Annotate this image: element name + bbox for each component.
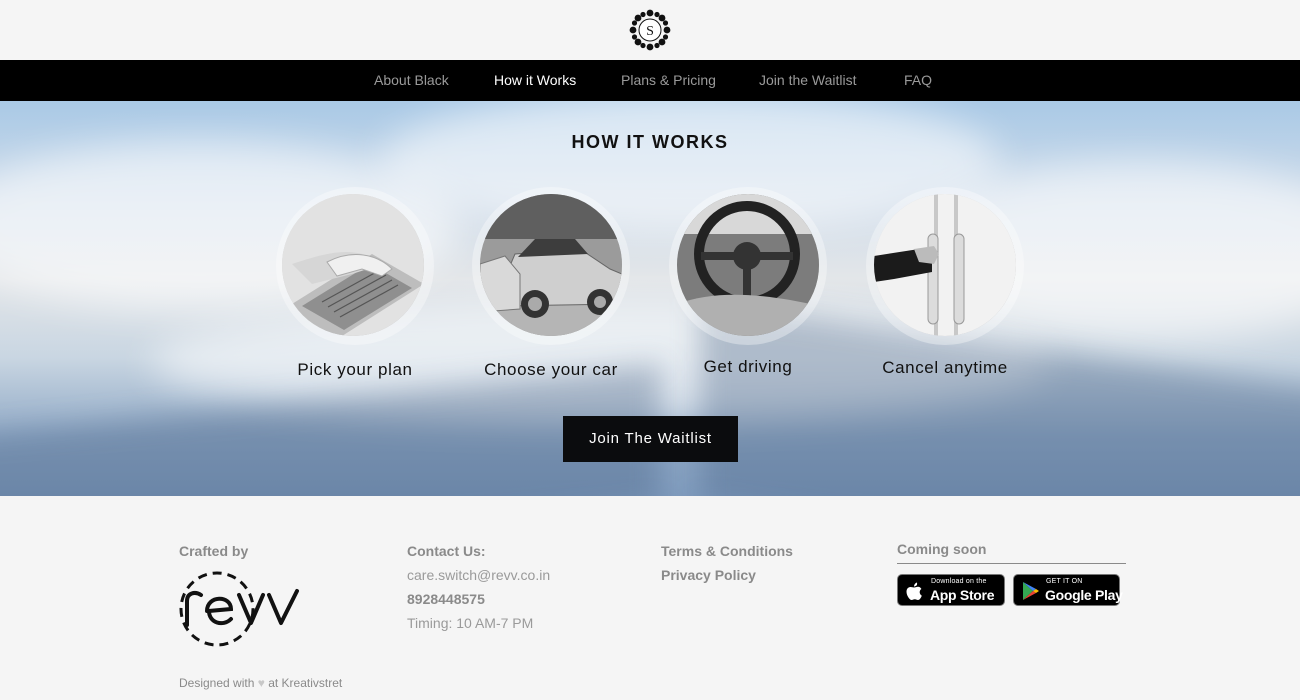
laptop-typing-image [282, 194, 424, 336]
step-get-driving: Get driving [648, 187, 848, 387]
contact-timing: Timing: 10 AM-7 PM [407, 615, 534, 631]
google-play-small-text: GET IT ON [1046, 578, 1083, 585]
nav-plans-pricing[interactable]: Plans & Pricing [621, 60, 716, 101]
nav-join-waitlist[interactable]: Join the Waitlist [759, 60, 857, 101]
app-store-big-text: App Store [930, 587, 995, 603]
contact-phone[interactable]: 8928448575 [407, 591, 485, 607]
join-waitlist-button[interactable]: Join The Waitlist [563, 416, 738, 462]
step-cancel-anytime: Cancel anytime [845, 187, 1045, 387]
contact-email[interactable]: care.switch@revv.co.in [407, 567, 550, 583]
parked-cars-image [480, 194, 622, 336]
main-nav: About Black How it Works Plans & Pricing… [0, 60, 1300, 101]
crafted-by-heading: Crafted by [179, 543, 249, 559]
app-store-small-text: Download on the [931, 578, 987, 585]
footer: Crafted by Designed with ♥ at Kreativstr… [0, 496, 1300, 700]
nav-how-it-works[interactable]: How it Works [494, 60, 576, 101]
contact-heading: Contact Us: [407, 543, 486, 559]
logo-letter: S [646, 24, 654, 39]
designed-prefix: Designed with [179, 676, 255, 690]
how-it-works-section: HOW IT WORKS Pick your plan Choose your … [0, 101, 1300, 496]
steering-wheel-image [677, 194, 819, 336]
top-bar: S [0, 0, 1300, 60]
coming-soon-divider [897, 563, 1126, 564]
app-store-badge[interactable]: Download on the App Store [897, 574, 1005, 606]
step-pick-plan: Pick your plan [255, 187, 455, 387]
revv-logo-icon[interactable] [179, 565, 305, 655]
step-choose-car: Choose your car [451, 187, 651, 387]
step-label: Get driving [703, 357, 793, 376]
nav-faq[interactable]: FAQ [904, 60, 932, 101]
step-label: Pick your plan [297, 360, 413, 379]
terms-link[interactable]: Terms & Conditions [661, 543, 793, 559]
designed-suffix[interactable]: at Kreativstret [268, 676, 342, 690]
apple-icon [906, 582, 922, 600]
heart-icon: ♥ [257, 676, 265, 690]
coming-soon-heading: Coming soon [897, 541, 987, 557]
door-handle-image [874, 194, 1016, 336]
section-title: HOW IT WORKS [571, 132, 729, 152]
designed-by-credit: Designed with ♥ at Kreativstret [179, 676, 342, 690]
privacy-link[interactable]: Privacy Policy [661, 567, 756, 583]
brand-logo-icon[interactable]: S [629, 9, 671, 51]
google-play-big-text: Google Play [1045, 587, 1123, 603]
step-label: Cancel anytime [882, 358, 1008, 377]
google-play-badge[interactable]: GET IT ON Google Play [1013, 574, 1123, 606]
nav-about-black[interactable]: About Black [374, 60, 449, 101]
google-play-icon [1023, 582, 1039, 600]
step-label: Choose your car [484, 360, 618, 379]
